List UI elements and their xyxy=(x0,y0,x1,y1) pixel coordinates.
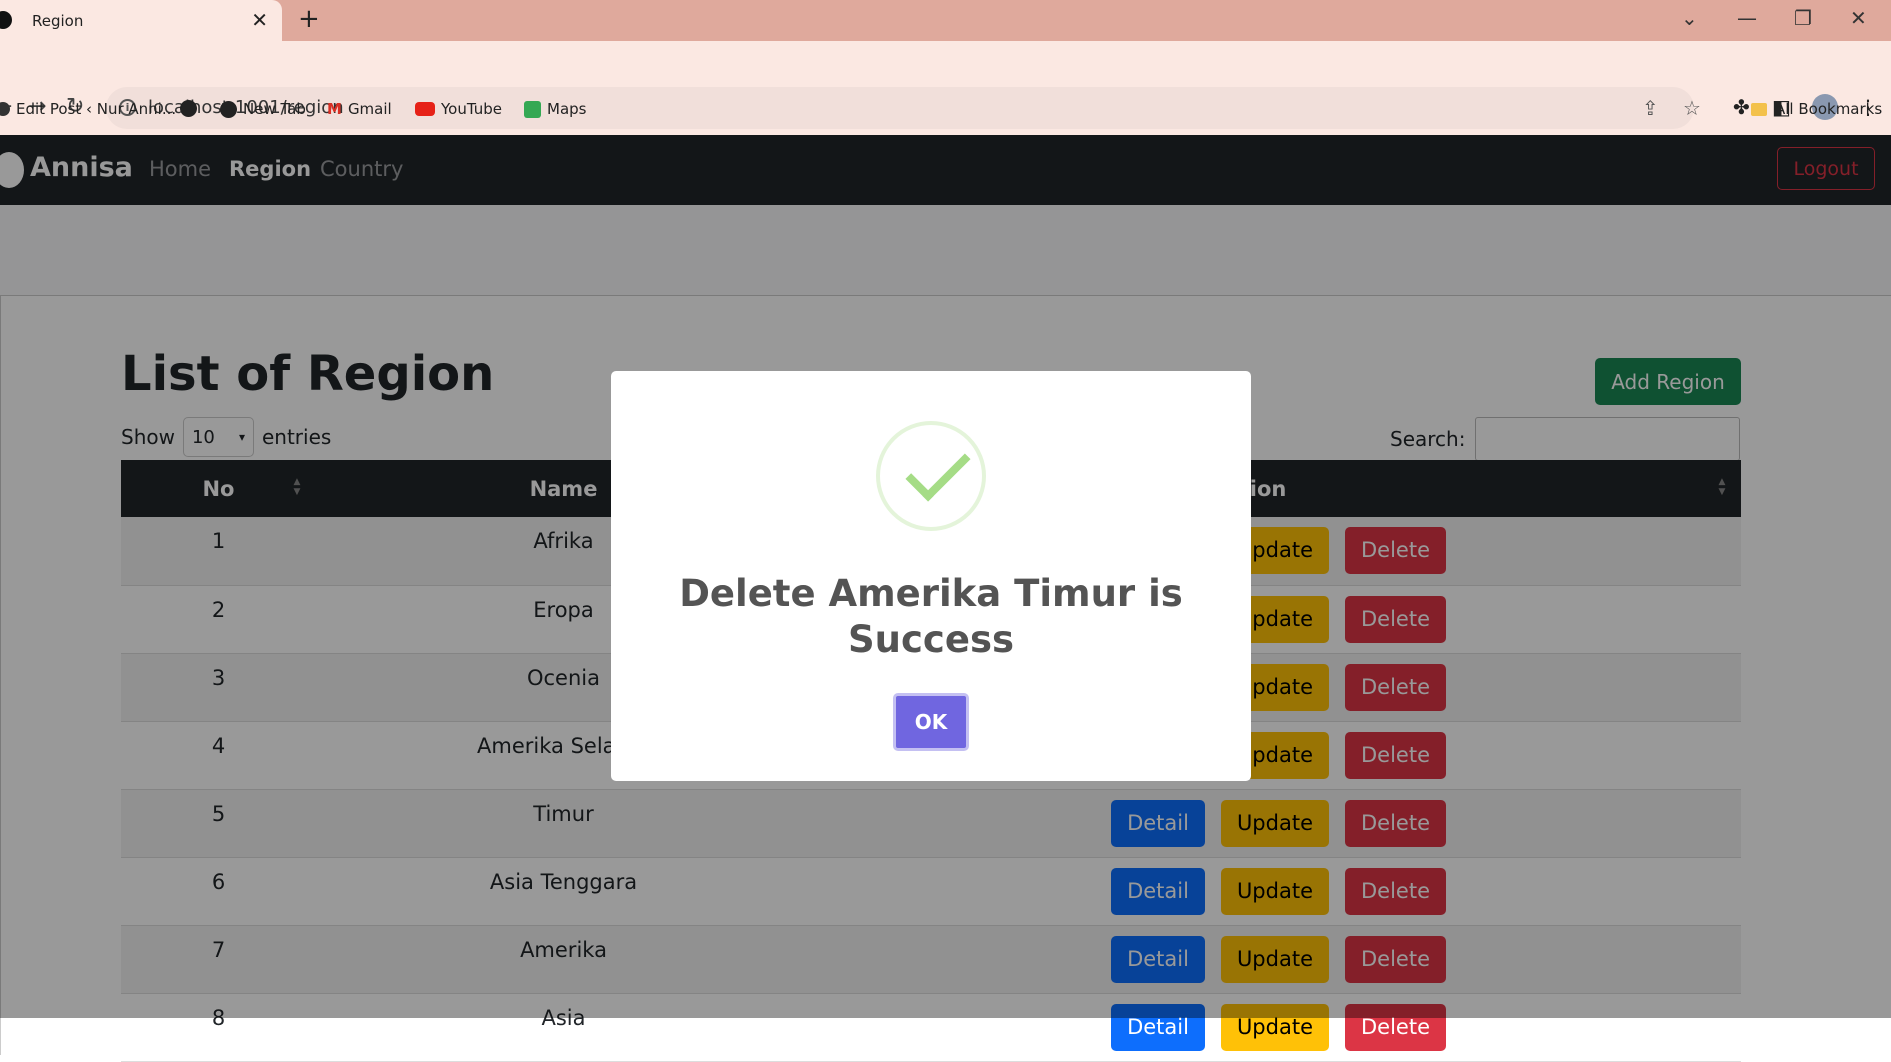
close-tab-icon[interactable]: ✕ xyxy=(251,8,268,32)
bookmark-maps[interactable]: Maps xyxy=(524,100,586,118)
restore-icon[interactable]: ❐ xyxy=(1794,6,1812,30)
bookmark-gmail[interactable]: M Gmail xyxy=(327,100,392,118)
bookmark-label: New Tab xyxy=(243,100,306,118)
bookmark-new-tab[interactable]: New Tab xyxy=(220,100,306,118)
bookmark-edit-post[interactable]: Edit Post ‹ Nur Anni... xyxy=(0,100,176,118)
bookmark-label: YouTube xyxy=(441,100,502,118)
all-bookmarks[interactable]: All Bookmarks xyxy=(1751,100,1882,118)
github-favicon-icon xyxy=(0,11,12,29)
bookmark-label: Maps xyxy=(547,100,587,118)
wordpress-icon xyxy=(0,102,10,116)
bookmark-label: Edit Post ‹ Nur Anni... xyxy=(16,100,177,118)
bookmark-youtube[interactable]: YouTube xyxy=(415,100,502,118)
bookmark-globe[interactable] xyxy=(180,100,197,117)
window-close-icon[interactable]: ✕ xyxy=(1850,6,1867,30)
success-dialog: Delete Amerika Timur is Success OK xyxy=(611,371,1251,781)
maps-icon xyxy=(524,100,541,118)
youtube-icon xyxy=(415,102,435,116)
folder-icon xyxy=(1751,102,1767,116)
tab-search-icon[interactable]: ⌄ xyxy=(1681,6,1698,30)
bookmarks-bar: Edit Post ‹ Nur Anni... New Tab M Gmail … xyxy=(0,97,1891,123)
minimize-icon[interactable]: — xyxy=(1737,6,1757,30)
gmail-icon: M xyxy=(327,100,342,118)
browser-tab[interactable]: Region ✕ xyxy=(0,0,282,41)
browser-tab-strip: Region ✕ + ⌄ — ❐ ✕ xyxy=(0,0,1891,41)
bookmark-label: Gmail xyxy=(347,100,392,118)
tab-title: Region xyxy=(32,11,84,30)
dialog-message: Delete Amerika Timur is Success xyxy=(679,572,1183,661)
globe-icon xyxy=(180,100,197,117)
new-tab-icon[interactable]: + xyxy=(298,4,320,34)
success-check-icon xyxy=(876,421,986,531)
all-bookmarks-label: All Bookmarks xyxy=(1775,100,1883,118)
globe-icon xyxy=(220,100,237,118)
ok-button[interactable]: OK xyxy=(893,693,969,751)
browser-toolbar: ← → ↻ i localhost:1001/region ⇪ ☆ ✤ ◧ ⋮ … xyxy=(0,41,1891,135)
